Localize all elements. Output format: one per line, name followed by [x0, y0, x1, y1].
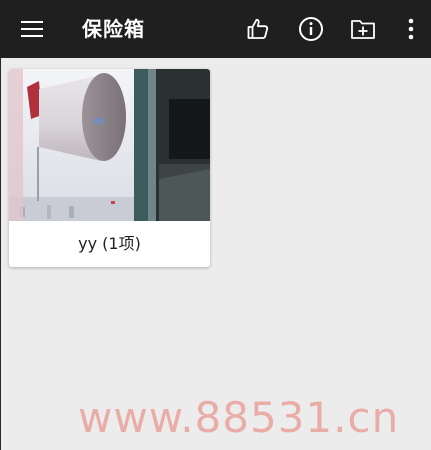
hamburger-menu-icon — [21, 21, 43, 37]
add-folder-button[interactable] — [341, 7, 385, 51]
add-folder-icon — [351, 20, 375, 39]
more-vertical-icon — [408, 18, 414, 40]
menu-button[interactable] — [10, 7, 54, 51]
info-icon — [299, 17, 323, 41]
like-button[interactable] — [236, 7, 280, 51]
thumbs-up-icon — [247, 18, 269, 39]
vault-screen: 保险箱 yy (1项) www.88531.cn — [0, 0, 431, 450]
more-options-button[interactable] — [389, 7, 431, 51]
album-card[interactable]: yy (1项) — [9, 69, 210, 267]
watermark-text: www.88531.cn — [78, 393, 400, 442]
album-thumbnail — [9, 69, 210, 221]
album-label: yy (1项) — [78, 234, 141, 253]
top-app-bar: 保险箱 — [0, 0, 431, 58]
page-title: 保险箱 — [82, 17, 145, 41]
info-button[interactable] — [289, 7, 333, 51]
